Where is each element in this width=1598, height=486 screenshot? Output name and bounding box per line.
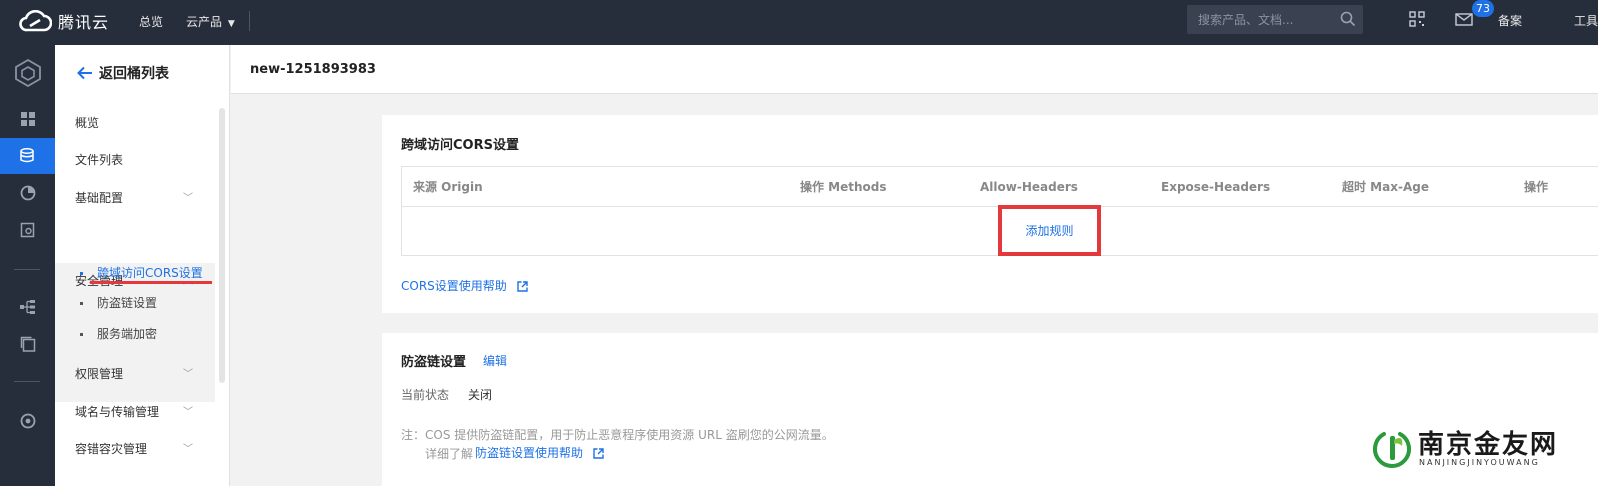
rail-cos-home[interactable] [0,52,55,94]
hotlink-card-title: 防盗链设置 [401,355,467,370]
chevron-down-icon: ﹀ [183,193,193,204]
back-label: 返回桶列表 [99,66,169,82]
watermark-pinyin: NANJINGJINYOUWANG [1419,458,1540,467]
chevron-down-icon: ﹀ [183,407,193,418]
submenu-server-encryption[interactable]: 服务端加密 [97,325,157,342]
add-rule-button[interactable]: 添加规则 [998,205,1101,256]
brand-name: 腾讯云 [58,13,110,32]
arrow-left-icon [77,66,92,80]
status-label: 当前状态 [401,388,450,402]
table-header-row: 来源 Origin 操作 Methods Allow-Headers Expos… [402,167,1598,207]
menu-basic-config[interactable]: 基础配置 ﹀ [55,180,215,217]
storage-bucket-icon [19,148,34,163]
menu-file-list[interactable]: 文件列表 [55,142,215,179]
mail-icon[interactable] [1455,13,1473,26]
active-bullet-icon [80,272,83,275]
nav-divider [249,11,250,31]
highlight-underline [90,281,212,284]
rail-divider-2 [14,381,40,382]
nav-cloud-products[interactable]: 云产品 ▼ [186,13,235,30]
chevron-down-icon: ﹀ [183,444,193,455]
hotlink-note-prefix: 详细了解 [425,447,474,461]
nav-overview[interactable]: 总览 [139,13,163,30]
copy-document-icon [20,336,35,352]
hotlink-help-link[interactable]: 防盗链设置使用帮助 [475,444,604,461]
product-search-box [1187,5,1363,34]
submenu-hotlink-protection[interactable]: 防盗链设置 [97,294,157,311]
chevron-down-icon: ﹀ [183,369,193,380]
grid-icon [20,112,35,126]
nav-beian[interactable]: 备案 [1498,12,1522,29]
cors-help-link-label: CORS设置使用帮助 [401,279,507,293]
status-value: 关闭 [468,388,493,402]
nav-tools[interactable]: 工具 [1574,12,1598,29]
hotlink-edit-link[interactable]: 编辑 [483,352,507,369]
mail-count-badge: 73 [1472,0,1494,17]
caret-down-icon: ▼ [227,19,235,29]
menu-permission-label: 权限管理 [75,367,124,381]
rail-workflow[interactable] [0,289,55,325]
cors-settings-card: 跨域访问CORS设置 来源 Origin 操作 Methods Allow-He… [382,115,1598,313]
menu-file-list-label: 文件列表 [75,153,124,167]
report-search-icon [20,222,34,238]
bucket-name: new-1251893983 [250,62,376,77]
menu-basic-config-label: 基础配置 [75,191,124,205]
external-link-icon [593,448,604,459]
menu-domain-label: 域名与传输管理 [75,405,160,419]
rail-copy[interactable] [0,326,55,362]
column-expose-headers: Expose-Headers [1161,180,1271,194]
submenu-cors-settings[interactable]: 跨域访问CORS设置 [97,264,203,281]
target-settings-icon [20,413,35,429]
rail-dashboard[interactable] [0,101,55,137]
pie-chart-icon [20,185,35,201]
rail-bucket-list[interactable] [0,138,55,174]
column-origin: 来源 Origin [413,180,483,194]
bullet-icon [80,333,83,336]
nav-cloud-products-label: 云产品 [186,15,223,29]
search-input[interactable] [1187,5,1337,34]
tencent-cloud-logo[interactable]: 腾讯云 [18,8,118,34]
menu-fault-tolerance[interactable]: 容错容灾管理 ﹀ [55,431,215,468]
rail-settings[interactable] [0,403,55,439]
cors-card-title: 跨域访问CORS设置 [401,138,519,153]
column-max-age: 超时 Max-Age [1342,180,1429,194]
menu-fault-label: 容错容灾管理 [75,442,148,456]
hotlink-help-link-label: 防盗链设置使用帮助 [475,446,584,460]
menu-overview-label: 概览 [75,116,100,130]
bullet-icon [80,302,83,305]
rail-divider [14,269,40,270]
column-allow-headers: Allow-Headers [980,180,1078,194]
bucket-sidebar-menu: 返回桶列表 概览 文件列表 基础配置 ﹀ 安全管理 ︿ 跨域访问CORS设置 防… [55,45,230,486]
cube-hexagon-icon [14,58,41,88]
product-icon-rail [0,45,55,486]
menu-overview[interactable]: 概览 [55,105,215,142]
menu-permission-management[interactable]: 权限管理 ﹀ [55,356,215,393]
cloud-logo-icon [19,10,52,32]
hierarchy-icon [19,300,35,314]
top-navigation-bar: 腾讯云 总览 云产品 ▼ 73 备案 工具 [0,0,1598,45]
rail-statistics[interactable] [0,175,55,211]
rail-monitor[interactable] [0,212,55,248]
cors-help-link[interactable]: CORS设置使用帮助 [401,277,528,294]
sidebar-scrollbar[interactable] [219,108,225,383]
add-rule-label: 添加规则 [1025,224,1074,238]
bucket-header: new-1251893983 [231,45,1598,94]
search-icon[interactable] [1340,11,1356,27]
site-watermark: 南京金友网 NANJINGJINYOUWANG [1366,424,1566,474]
back-to-bucket-list[interactable]: 返回桶列表 [77,63,169,83]
watermark-name: 南京金友网 [1418,430,1559,460]
menu-domain-transfer[interactable]: 域名与传输管理 ﹀ [55,394,215,431]
qrcode-icon[interactable] [1409,11,1425,27]
external-link-icon [516,281,528,292]
column-methods: 操作 Methods [800,180,887,194]
watermark-logo-icon [1373,432,1411,468]
column-actions: 操作 [1524,180,1549,194]
hotlink-note: 注：COS 提供防盗链配置，用于防止恶意程序使用资源 URL 盗刷您的公网流量。 [401,428,834,442]
